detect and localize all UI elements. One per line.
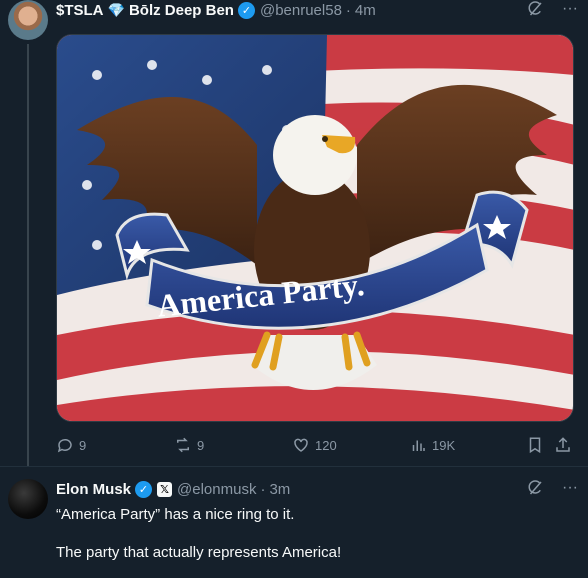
header-actions: ··· bbox=[526, 479, 578, 497]
x-affiliate-badge-icon: 𝕏 bbox=[157, 481, 173, 497]
tweet-benruel58[interactable]: $TSLA 💎 Bōlz Deep Ben ✓ @benruel58 · 4m … bbox=[0, 0, 588, 466]
timestamp[interactable]: 3m bbox=[269, 481, 290, 498]
tweet-text-line-1: “America Party” has a nice ring to it. bbox=[56, 506, 295, 523]
share-button[interactable] bbox=[554, 436, 572, 454]
reply-icon bbox=[57, 438, 72, 453]
author-name-2[interactable]: Bōlz Deep Ben bbox=[129, 2, 234, 19]
more-options-icon[interactable]: ··· bbox=[562, 0, 578, 18]
separator-dot: · bbox=[260, 480, 266, 498]
eagle-flag-illustration: America Party. bbox=[57, 35, 573, 421]
like-count: 120 bbox=[315, 437, 337, 453]
avatar[interactable] bbox=[8, 479, 48, 519]
reply-count: 9 bbox=[79, 437, 87, 453]
tweet-image[interactable]: America Party. bbox=[56, 34, 574, 422]
tweet-header: $TSLA 💎 Bōlz Deep Ben ✓ @benruel58 · 4m bbox=[56, 0, 588, 20]
author-handle[interactable]: @benruel58 bbox=[260, 2, 342, 19]
tweet-elonmusk[interactable]: Elon Musk ✓ 𝕏 @elonmusk · 3m ··· “Americ… bbox=[0, 466, 588, 578]
share-icon bbox=[556, 437, 570, 452]
bookmark-icon bbox=[529, 437, 541, 454]
views-chart-icon bbox=[412, 440, 425, 451]
retweet-icon bbox=[177, 437, 189, 453]
verified-badge-icon: ✓ bbox=[237, 1, 255, 19]
tweet-text-line-2: The party that actually represents Ameri… bbox=[56, 544, 342, 561]
gem-icon: 💎 bbox=[107, 1, 125, 18]
tweet-actions: 9 9 120 19K bbox=[56, 434, 576, 456]
more-options-icon[interactable]: ··· bbox=[562, 479, 578, 497]
verified-badge-icon: ✓ bbox=[135, 480, 153, 498]
separator-dot: · bbox=[345, 1, 351, 19]
tweet-text: “America Party” has a nice ring to it. T… bbox=[56, 505, 576, 563]
views-count: 19K bbox=[432, 437, 456, 453]
author-handle[interactable]: @elonmusk bbox=[177, 481, 256, 498]
retweet-count: 9 bbox=[197, 437, 205, 453]
grok-icon[interactable] bbox=[526, 0, 544, 18]
reply-button[interactable]: 9 bbox=[56, 436, 86, 454]
views-button[interactable]: 19K bbox=[409, 436, 455, 454]
author-name[interactable]: $TSLA bbox=[56, 2, 104, 19]
like-button[interactable]: 120 bbox=[292, 436, 337, 454]
avatar[interactable] bbox=[8, 0, 48, 40]
heart-icon bbox=[294, 438, 308, 452]
author-name[interactable]: Elon Musk bbox=[56, 481, 131, 498]
timestamp[interactable]: 4m bbox=[355, 2, 376, 19]
thread-line bbox=[27, 44, 29, 466]
tweet-header: Elon Musk ✓ 𝕏 @elonmusk · 3m bbox=[56, 479, 588, 499]
grok-icon[interactable] bbox=[526, 479, 544, 497]
retweet-button[interactable]: 9 bbox=[174, 436, 204, 454]
bookmark-button[interactable] bbox=[526, 436, 544, 454]
header-actions: ··· bbox=[526, 0, 578, 18]
